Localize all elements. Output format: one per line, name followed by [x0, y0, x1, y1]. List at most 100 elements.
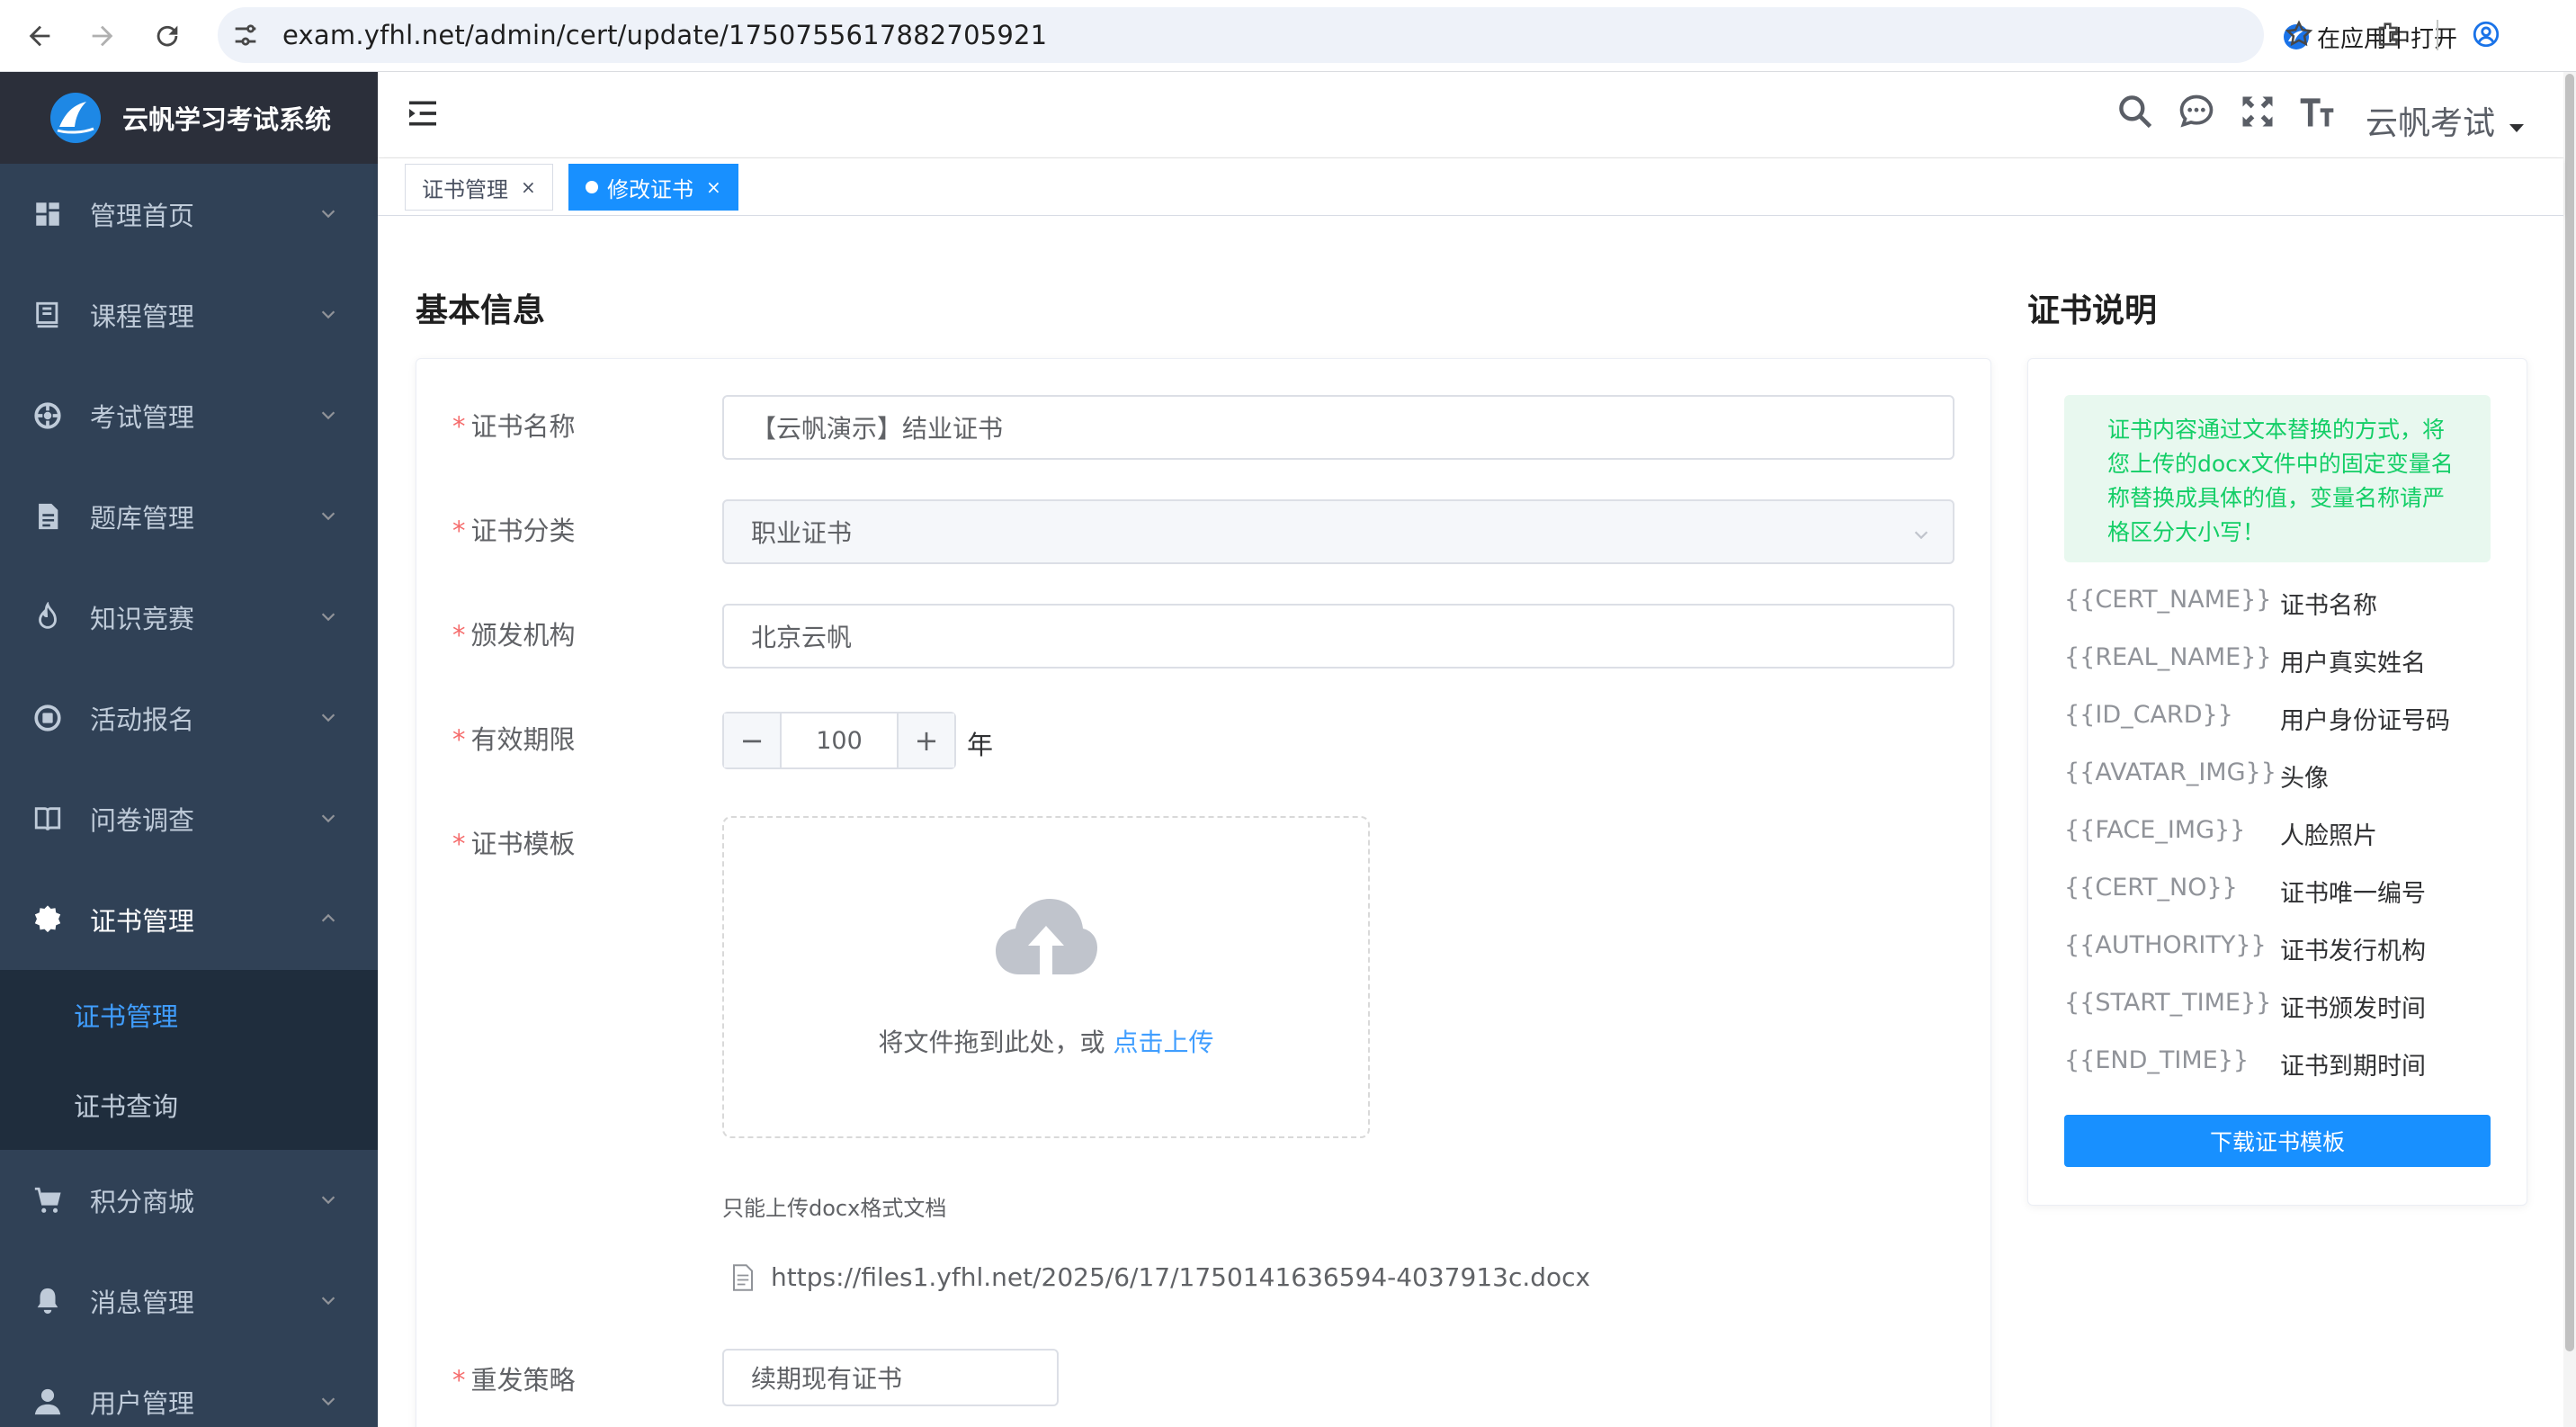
cert-desc-notice: 证书内容通过文本替换的方式，将您上传的docx文件中的固定变量名称替换成具体的值… — [2064, 395, 2491, 562]
user-icon — [32, 1387, 63, 1417]
sidebar-item-label: 管理首页 — [90, 201, 195, 231]
chevron-down-icon — [321, 1397, 335, 1406]
cert-category-select[interactable]: 职业证书 — [722, 499, 1954, 564]
header-search-button[interactable] — [2115, 92, 2155, 131]
sidebar-item-survey[interactable]: 问卷调查 — [0, 768, 378, 869]
increase-button[interactable]: + — [897, 714, 954, 767]
uploaded-file-url[interactable]: https://files1.yfhl.net/2025/6/17/175014… — [771, 1262, 1590, 1292]
variable-row: {{ID_CARD}} 用户身份证号码 — [2064, 701, 2450, 735]
submenu-item-certificate-query[interactable]: 证书查询 — [0, 1060, 378, 1150]
back-button[interactable] — [16, 13, 63, 59]
header-font-size-button[interactable] — [2297, 92, 2337, 131]
close-icon[interactable]: × — [706, 176, 721, 198]
sidebar-item-knowledge-contest[interactable]: 知识竞赛 — [0, 567, 378, 668]
dashboard-icon — [32, 199, 63, 229]
variable-row: {{END_TIME}} 证书到期时间 — [2064, 1046, 2426, 1081]
sidebar-item-label: 活动报名 — [90, 705, 195, 735]
brand[interactable]: 云帆学习考试系统 — [0, 72, 378, 164]
sidebar-item-label: 证书管理 — [90, 906, 195, 937]
validity-unit: 年 — [967, 730, 994, 760]
tab-edit-certificate[interactable]: 修改证书 × — [568, 164, 738, 211]
sidebar-item-label: 问卷调查 — [90, 805, 195, 836]
forward-button[interactable] — [79, 13, 126, 59]
sidebar-item-users[interactable]: 用户管理 — [0, 1351, 378, 1427]
chevron-down-icon — [1914, 531, 1928, 540]
variable-row: {{AVATAR_IMG}} 头像 — [2064, 758, 2329, 793]
reissue-strategy-label: * 重发策略 — [452, 1365, 576, 1396]
download-template-button[interactable]: 下载证书模板 — [2064, 1115, 2491, 1167]
course-icon — [32, 300, 63, 330]
sidebar-item-question-bank[interactable]: 题库管理 — [0, 466, 378, 567]
sidebar-item-label: 用户管理 — [90, 1388, 195, 1419]
sidebar-item-certificate[interactable]: 证书管理 — [0, 869, 378, 970]
sidebar-item-messages[interactable]: 消息管理 — [0, 1251, 378, 1351]
header-message-button[interactable] — [2177, 92, 2216, 131]
close-icon[interactable]: × — [521, 176, 536, 198]
page-scrollbar-thumb[interactable] — [2565, 74, 2574, 1351]
validity-value[interactable]: 100 — [782, 714, 897, 767]
tab-certificate-manage[interactable]: 证书管理 × — [405, 164, 553, 211]
site-settings-icon[interactable] — [230, 20, 261, 50]
bookmark-button[interactable] — [2276, 11, 2322, 58]
cert-template-label: * 证书模板 — [452, 829, 576, 859]
cert-category-value: 职业证书 — [751, 518, 853, 548]
reload-button[interactable] — [144, 13, 191, 59]
variable-row: {{START_TIME}} 证书颁发时间 — [2064, 989, 2426, 1023]
chevron-down-icon — [321, 1196, 335, 1205]
sidebar-toggle-button[interactable] — [405, 95, 441, 131]
upload-tip: 只能上传docx格式文档 — [722, 1196, 947, 1221]
fire-icon — [32, 602, 63, 633]
chat-icon — [2179, 94, 2214, 128]
cert-authority-input[interactable]: 北京云帆 — [722, 604, 1954, 669]
profile-button[interactable] — [2463, 11, 2509, 58]
variable-row: {{CERT_NAME}} 证书名称 — [2064, 586, 2377, 620]
variable-row: {{FACE_IMG}} 人脸照片 — [2064, 816, 2377, 850]
variable-row: {{REAL_NAME}} 用户真实姓名 — [2064, 643, 2426, 678]
sidebar-item-points-mall[interactable]: 积分商城 — [0, 1150, 378, 1251]
user-name[interactable]: 云帆考试 — [2366, 97, 2495, 144]
decrease-button[interactable]: − — [724, 714, 782, 767]
variable-row: {{CERT_NO}} 证书唯一编号 — [2064, 874, 2426, 908]
address-bar[interactable]: exam.yfhl.net/admin/cert/update/17507556… — [218, 7, 2474, 63]
sidebar-item-dashboard[interactable]: 管理首页 — [0, 164, 378, 265]
badge-icon — [32, 904, 63, 935]
sidebar-item-label: 消息管理 — [90, 1288, 195, 1318]
cert-name-input[interactable]: 【云帆演示】结业证书 — [722, 395, 1954, 460]
search-icon — [2119, 95, 2152, 129]
sidebar-item-exam[interactable]: 考试管理 — [0, 365, 378, 466]
document-icon — [731, 1263, 755, 1291]
cert-category-label: * 证书分类 — [452, 516, 576, 546]
brand-logo-icon — [50, 93, 101, 143]
sidebar-item-activity[interactable]: 活动报名 — [0, 668, 378, 768]
sidebar-item-course[interactable]: 课程管理 — [0, 265, 378, 365]
tab-label: 修改证书 — [607, 176, 693, 202]
sidebar-item-label: 课程管理 — [90, 301, 195, 332]
menu-fold-icon — [409, 101, 436, 126]
caret-down-icon[interactable] — [2509, 124, 2524, 132]
survey-icon — [32, 803, 63, 834]
variable-row: {{AUTHORITY}} 证书发行机构 — [2064, 931, 2426, 965]
uploaded-file[interactable]: https://files1.yfhl.net/2025/6/17/175014… — [731, 1262, 1590, 1292]
sidebar-item-label: 知识竞赛 — [90, 604, 195, 634]
main-content: 基本信息 * 证书名称 【云帆演示】结业证书 * 证书分类 职业证书 * 颁发机构 北… — [378, 216, 2563, 1427]
template-upload-dropzone[interactable]: 将文件拖到此处，或 点击上传 — [722, 816, 1370, 1138]
fullscreen-icon — [2242, 96, 2273, 127]
arrow-left-icon — [29, 25, 50, 47]
certificate-submenu: 证书管理 证书查询 — [0, 970, 378, 1150]
sidebar-item-label: 题库管理 — [90, 503, 195, 534]
click-upload-link[interactable]: 点击上传 — [1113, 1028, 1213, 1057]
submenu-item-certificate-manage[interactable]: 证书管理 — [0, 970, 378, 1060]
arrow-right-icon — [92, 25, 113, 47]
url-text[interactable]: exam.yfhl.net/admin/cert/update/17507556… — [282, 20, 1047, 50]
font-size-icon — [2300, 98, 2334, 127]
reissue-strategy-select[interactable]: 续期现有证书 — [722, 1349, 1059, 1406]
header-fullscreen-button[interactable] — [2238, 92, 2277, 131]
validity-stepper: − 100 + — [722, 712, 956, 769]
toolbar-separator — [2437, 20, 2438, 50]
extensions-button[interactable] — [2366, 11, 2412, 58]
tab-label: 证书管理 — [422, 176, 508, 202]
sidebar-item-label: 积分商城 — [90, 1187, 195, 1217]
exam-icon — [32, 400, 63, 431]
bell-icon — [32, 1286, 63, 1316]
cert-authority-label: * 颁发机构 — [452, 620, 576, 651]
